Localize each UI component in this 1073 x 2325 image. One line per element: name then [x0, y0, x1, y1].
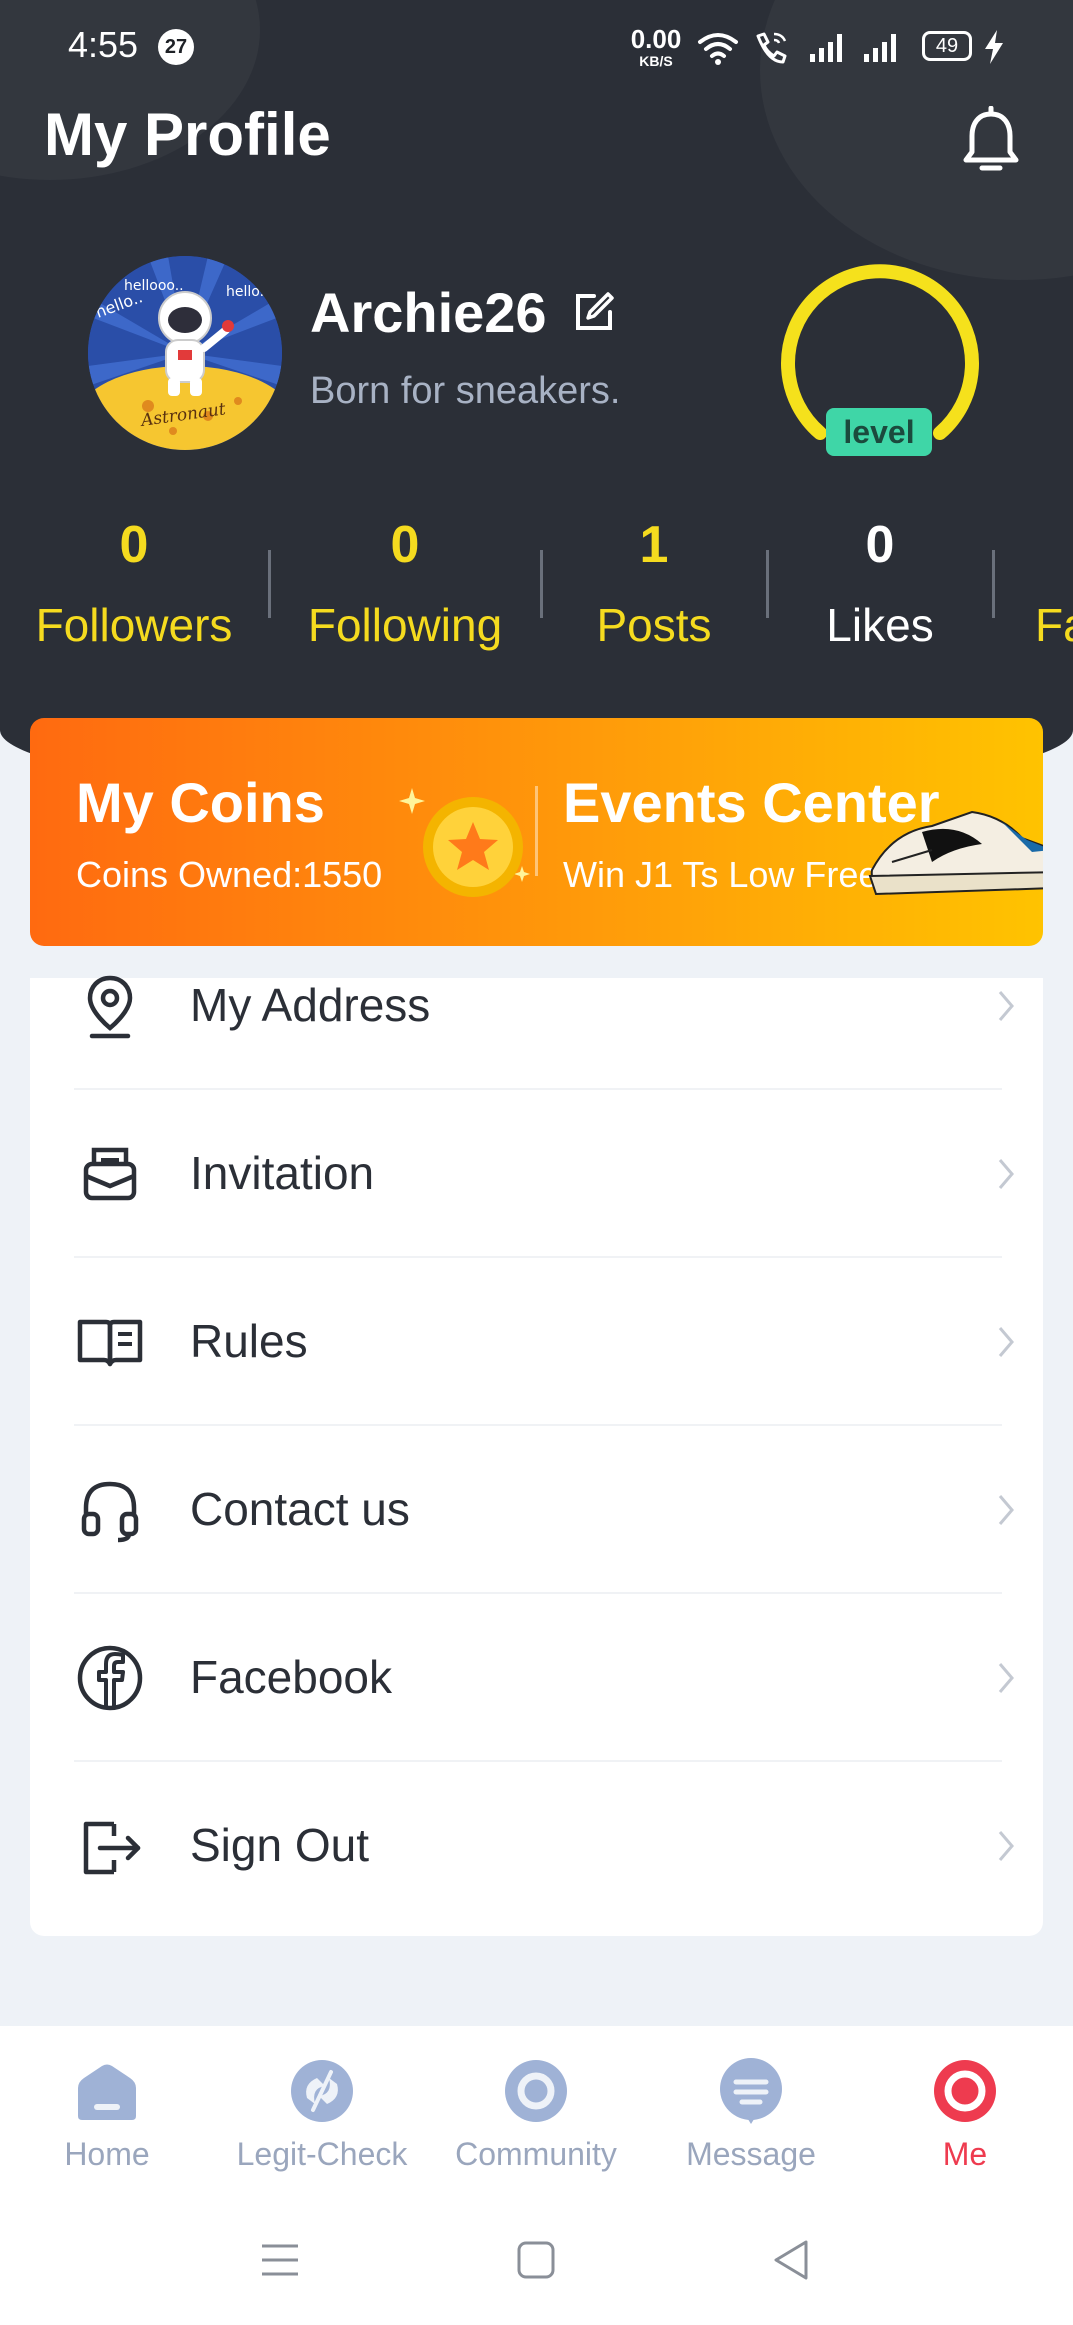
- battery-icon: 49: [922, 31, 972, 61]
- username: Archie26: [310, 281, 547, 344]
- followers-label[interactable]: Followers: [36, 598, 233, 652]
- avatar[interactable]: hellooo.. hello.. hello.. Astronaut: [88, 256, 282, 450]
- menu-item-label: Contact us: [190, 1483, 410, 1535]
- wifi-calling-icon: [756, 32, 787, 64]
- settings-menu: My Address Invitation Rules Contact us F…: [30, 975, 1043, 1936]
- nav-label: Me: [942, 2136, 988, 2172]
- nav-label: Message: [686, 2136, 816, 2172]
- avatar-text: hello..: [226, 284, 269, 300]
- events-center-subtitle: Win J1 Ts Low Free!: [563, 854, 889, 895]
- chevron-right-icon: [998, 1663, 1014, 1693]
- chevron-right-icon: [998, 1327, 1014, 1357]
- posts-count[interactable]: 1: [640, 515, 669, 575]
- status-time: 4:55: [68, 24, 139, 65]
- menu-item-label: Sign Out: [190, 1819, 369, 1871]
- nav-legit-check[interactable]: Legit-Check: [222, 2058, 422, 2178]
- menu-item-sign-out[interactable]: Sign Out: [74, 1762, 1024, 1930]
- favorites-label-partial[interactable]: Fa: [1035, 598, 1073, 652]
- chevron-right-icon: [998, 1495, 1014, 1525]
- likes-count[interactable]: 0: [866, 515, 895, 575]
- signal-icon-sim1: [810, 34, 842, 62]
- following-label[interactable]: Following: [308, 598, 502, 652]
- sign-out-icon: [83, 1821, 141, 1875]
- my-coins-title: My Coins: [76, 771, 325, 834]
- me-icon: [934, 2060, 996, 2122]
- coin-icon: [399, 788, 530, 897]
- facebook-icon: [77, 1645, 143, 1711]
- menu-item-facebook[interactable]: Facebook: [74, 1594, 1024, 1762]
- message-icon: [720, 2058, 782, 2124]
- home-icon: [78, 2064, 136, 2120]
- page-title: My Profile: [44, 101, 331, 168]
- menu-item-label: Facebook: [190, 1651, 393, 1703]
- home-button-icon[interactable]: [508, 2232, 564, 2288]
- network-speed-unit: KB/S: [639, 53, 673, 69]
- book-icon: [77, 1319, 143, 1367]
- network-speed: 0.00 KB/S: [626, 26, 686, 68]
- coins-events-banner: My Coins Coins Owned:1550 Events Center …: [30, 718, 1043, 946]
- nav-label: Community: [455, 2136, 617, 2172]
- menu-item-rules[interactable]: Rules: [74, 1258, 1024, 1426]
- chevron-right-icon: [998, 991, 1014, 1021]
- nav-label: Home: [64, 2136, 150, 2172]
- coins-owned-text: Coins Owned:1550: [76, 854, 383, 895]
- profile-header: 4:55 27 0.00 KB/S 49 My Profile hellooo.…: [0, 0, 1073, 800]
- chevron-right-icon: [998, 1159, 1014, 1189]
- menu-item-invitation[interactable]: Invitation: [74, 1090, 1024, 1258]
- sneaker-image: [868, 810, 1043, 896]
- charging-icon: [985, 30, 1003, 64]
- followers-count[interactable]: 0: [120, 515, 149, 575]
- menu-item-my-address[interactable]: My Address: [74, 922, 1024, 1090]
- stat-divider: [766, 550, 769, 618]
- recent-apps-icon[interactable]: [252, 2232, 308, 2288]
- location-pin-icon: [87, 975, 133, 1039]
- chevron-right-icon: [998, 1831, 1014, 1861]
- astronaut-avatar-image: hellooo.. hello.. hello.. Astronaut: [88, 256, 282, 450]
- nav-label: Legit-Check: [236, 2136, 408, 2172]
- legit-check-icon: [291, 2060, 353, 2122]
- nav-home[interactable]: Home: [7, 2058, 207, 2178]
- level-badge[interactable]: level: [826, 408, 932, 456]
- nav-me[interactable]: Me: [865, 2058, 1065, 2178]
- signal-icon-sim2: [864, 34, 896, 62]
- menu-item-label: My Address: [190, 979, 431, 1031]
- nav-message[interactable]: Message: [651, 2058, 851, 2178]
- invitation-envelope-icon: [83, 1147, 137, 1201]
- edit-icon[interactable]: [572, 290, 616, 334]
- posts-label[interactable]: Posts: [596, 598, 711, 652]
- stat-divider: [540, 550, 543, 618]
- stat-divider: [992, 550, 995, 618]
- notification-bell-icon[interactable]: [958, 106, 1024, 176]
- network-speed-value: 0.00: [630, 24, 682, 54]
- menu-item-contact-us[interactable]: Contact us: [74, 1426, 1024, 1594]
- likes-label[interactable]: Likes: [826, 598, 933, 652]
- nav-community[interactable]: Community: [436, 2058, 636, 2178]
- following-count[interactable]: 0: [391, 515, 420, 575]
- community-icon: [505, 2060, 567, 2122]
- headset-icon: [81, 1481, 139, 1543]
- header-decoration: [760, 0, 1073, 280]
- profile-bio: Born for sneakers.: [310, 370, 621, 412]
- notification-count-badge: 27: [158, 29, 194, 65]
- stat-divider: [268, 550, 271, 618]
- menu-item-label: Rules: [190, 1315, 308, 1367]
- wifi-icon: [698, 33, 738, 65]
- menu-item-label: Invitation: [190, 1147, 375, 1199]
- back-icon[interactable]: [764, 2232, 820, 2288]
